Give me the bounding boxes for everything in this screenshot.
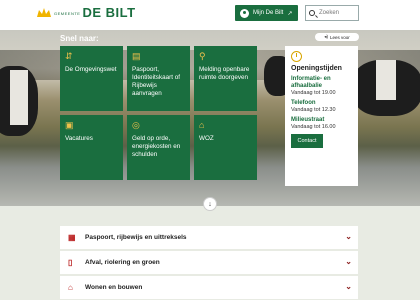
snel-naar-heading: Snel naar: (60, 34, 99, 43)
chevron-down-icon: ⌄ (345, 282, 352, 291)
mijn-de-bilt-button[interactable]: Mijn De Bilt ↗ (235, 5, 298, 21)
opening-item-title[interactable]: Telefoon (291, 100, 352, 107)
crown-icon (37, 8, 51, 17)
person-pin-icon: ⚲ (199, 51, 206, 61)
waste-bin-icon: ▯ (68, 258, 73, 267)
tile-woz[interactable]: ⌂ WOZ (194, 115, 257, 180)
accordion-label: Wonen en bouwen (85, 284, 143, 291)
coins-icon: ◎ (132, 120, 140, 130)
tile-melding[interactable]: ⚲ Melding openbare ruimte doorgeven (194, 46, 257, 111)
chevron-down-icon: ⌄ (345, 257, 352, 266)
site-header: GEMEENTE DE BILT Mijn De Bilt ↗ Zoeken (0, 0, 420, 30)
tile-label: Vacatures (65, 135, 93, 142)
tile-paspoort[interactable]: ▤ Paspoort, Identiteitskaart of Rijbewij… (127, 46, 190, 111)
opening-item-time: Vandaag tot 16.00 (291, 124, 336, 130)
accordion-label: Paspoort, rijbewijs en uittreksels (85, 234, 187, 241)
tile-label: Melding openbare ruimte doorgeven (199, 66, 250, 81)
opening-item-time: Vandaag tot 19.00 (291, 90, 336, 96)
tile-vacatures[interactable]: ▣ Vacatures (60, 115, 123, 180)
tile-label: De Omgevingswet (65, 66, 117, 73)
signpost-icon: ⇵ (65, 51, 73, 61)
search-placeholder: Zoeken (319, 10, 340, 16)
tile-geld-op-orde[interactable]: ◎ Geld op orde, energiekosten en schulde… (127, 115, 190, 180)
logo-text: DE BILT (82, 5, 136, 20)
tile-label: WOZ (199, 135, 214, 142)
lees-voor-button[interactable]: ◂) Lees voor (315, 33, 359, 41)
tile-omgevingswet[interactable]: ⇵ De Omgevingswet (60, 46, 123, 111)
clock-icon (291, 51, 302, 62)
passport-icon: ▦ (68, 233, 76, 242)
id-card-icon: ▤ (132, 51, 141, 61)
cow-left-band (10, 70, 28, 125)
speaker-icon: ◂) (324, 34, 328, 39)
tile-label: Paspoort, Identiteitskaart of Rijbewijs … (132, 66, 180, 97)
accordion-label: Afval, riolering en groen (85, 259, 160, 266)
hero-section: Snel naar: ◂) Lees voor ⇵ De Omgevingswe… (0, 30, 420, 206)
house-euro-icon: ⌂ (199, 120, 205, 130)
opening-item-time: Vandaag tot 12.30 (291, 107, 336, 113)
cow-right-band (376, 60, 396, 100)
chevron-down-icon: ⌄ (345, 232, 352, 241)
contact-button[interactable]: Contact (291, 134, 323, 148)
lees-voor-label: Lees voor (330, 34, 350, 40)
opening-item-title[interactable]: Milieustraat (291, 117, 352, 124)
logo-small-text: GEMEENTE (54, 11, 81, 16)
opening-hours-title: Openingstijden (291, 65, 342, 72)
arrow-down-icon: ↓ (208, 200, 212, 208)
opening-item-title[interactable]: Informatie- en afhaalbalie (291, 76, 352, 90)
accordion-wonen[interactable]: ⌂ Wonen en bouwen ⌄ (60, 276, 358, 299)
briefcase-icon: ▣ (65, 120, 74, 130)
quick-links-grid: ⇵ De Omgevingswet ▤ Paspoort, Identiteit… (60, 46, 281, 180)
house-icon: ⌂ (68, 283, 73, 292)
scroll-down-button[interactable]: ↓ (203, 197, 217, 211)
opening-hours-card: Openingstijden Informatie- en afhaalbali… (285, 46, 358, 186)
external-link-icon: ↗ (287, 10, 293, 17)
accordion-afval[interactable]: ▯ Afval, riolering en groen ⌄ (60, 251, 358, 274)
search-input[interactable]: Zoeken (305, 5, 359, 21)
mijn-de-bilt-label: Mijn De Bilt (253, 10, 284, 16)
municipality-logo[interactable]: GEMEENTE DE BILT (36, 6, 136, 19)
user-icon (240, 8, 249, 18)
accordion-paspoort[interactable]: ▦ Paspoort, rijbewijs en uittreksels ⌄ (60, 226, 358, 249)
tile-label: Geld op orde, energiekosten en schulden (132, 135, 181, 158)
search-icon (309, 10, 315, 16)
